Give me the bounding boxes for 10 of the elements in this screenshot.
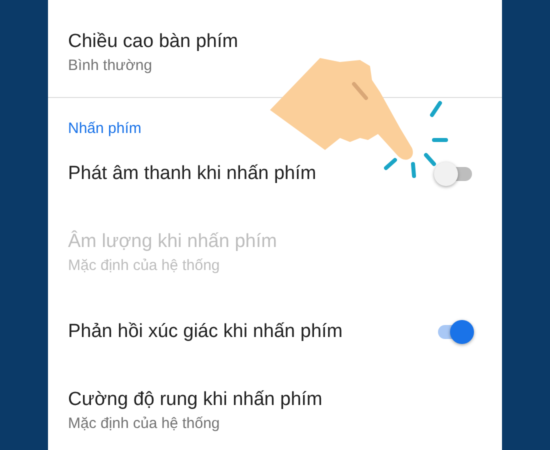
setting-row[interactable]: Cường độ rung khi nhấn phím Mặc định của hệ thống: [48, 366, 502, 445]
setting-title: Phát âm thanh khi nhấn phím: [68, 162, 316, 186]
section-header: Nhấn phím: [68, 119, 142, 139]
setting-value: Bình thường: [68, 56, 152, 76]
setting-value: Mặc định của hệ thống: [68, 256, 220, 276]
setting-title: Phản hồi xúc giác khi nhấn phím: [68, 320, 343, 344]
setting-value: Mặc định của hệ thống: [68, 414, 220, 434]
toggle-switch[interactable]: [434, 162, 474, 186]
setting-title[interactable]: Chiều cao bàn phím: [68, 29, 238, 55]
setting-title[interactable]: Cường độ rung khi nhấn phím: [68, 387, 322, 413]
